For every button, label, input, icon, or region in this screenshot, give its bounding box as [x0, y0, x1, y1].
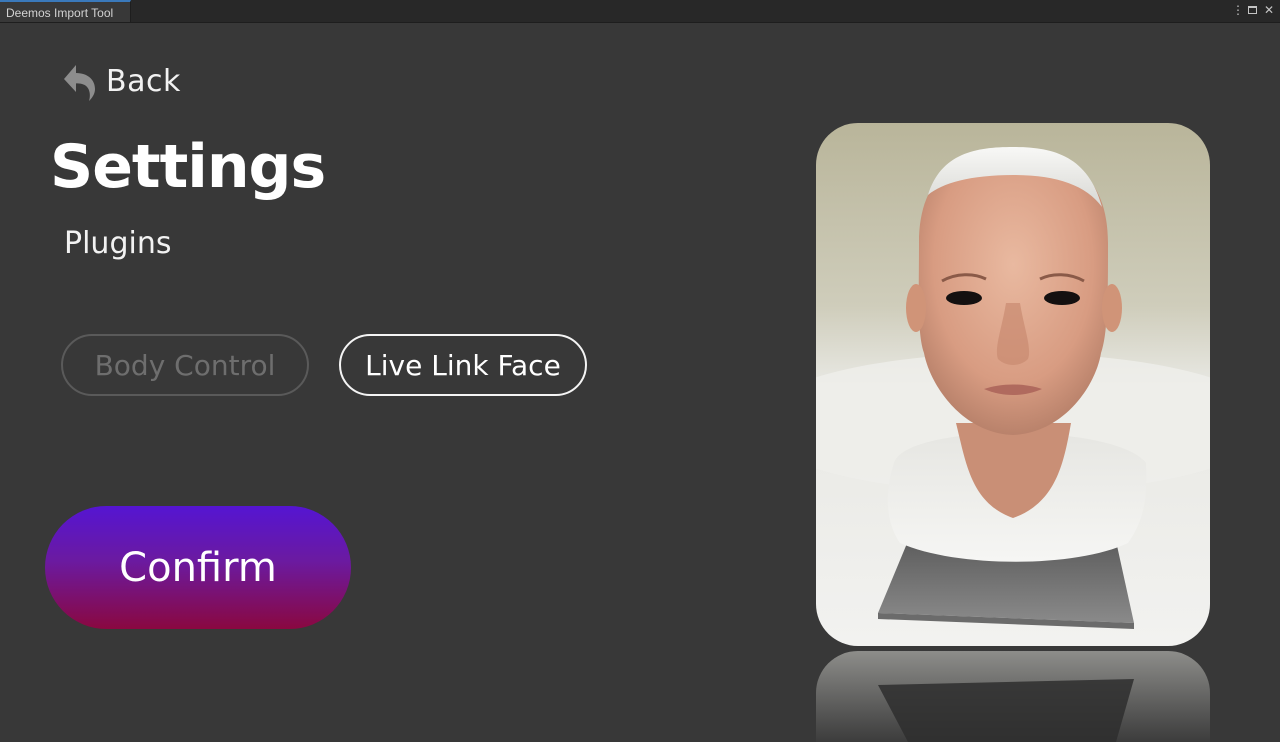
- back-label: Back: [106, 63, 181, 99]
- tab-label: Deemos Import Tool: [6, 6, 114, 20]
- page-title: Settings: [50, 132, 326, 202]
- more-options-icon[interactable]: ⋮: [1232, 3, 1244, 17]
- undo-arrow-icon: [64, 65, 95, 101]
- plugin-live-link-face-button[interactable]: Live Link Face: [339, 334, 587, 396]
- import-tool-window: Deemos Import Tool ⋮ ✕ Back Settings Plu…: [0, 0, 1280, 742]
- plugin-body-control-button[interactable]: Body Control: [61, 334, 309, 396]
- page-subtitle: Plugins: [64, 226, 172, 261]
- close-icon[interactable]: ✕: [1264, 3, 1274, 17]
- head-render-illustration: [816, 123, 1210, 646]
- tab-bar: Deemos Import Tool ⋮ ✕: [0, 0, 1280, 23]
- maximize-icon[interactable]: [1248, 6, 1257, 14]
- model-preview-reflection: [816, 651, 1210, 742]
- back-button[interactable]: Back: [62, 60, 181, 102]
- reflection-illustration: [816, 651, 1210, 742]
- confirm-button[interactable]: Confirm: [45, 506, 351, 629]
- tab-deemos-import-tool[interactable]: Deemos Import Tool: [0, 0, 131, 22]
- model-preview-image: [816, 123, 1210, 646]
